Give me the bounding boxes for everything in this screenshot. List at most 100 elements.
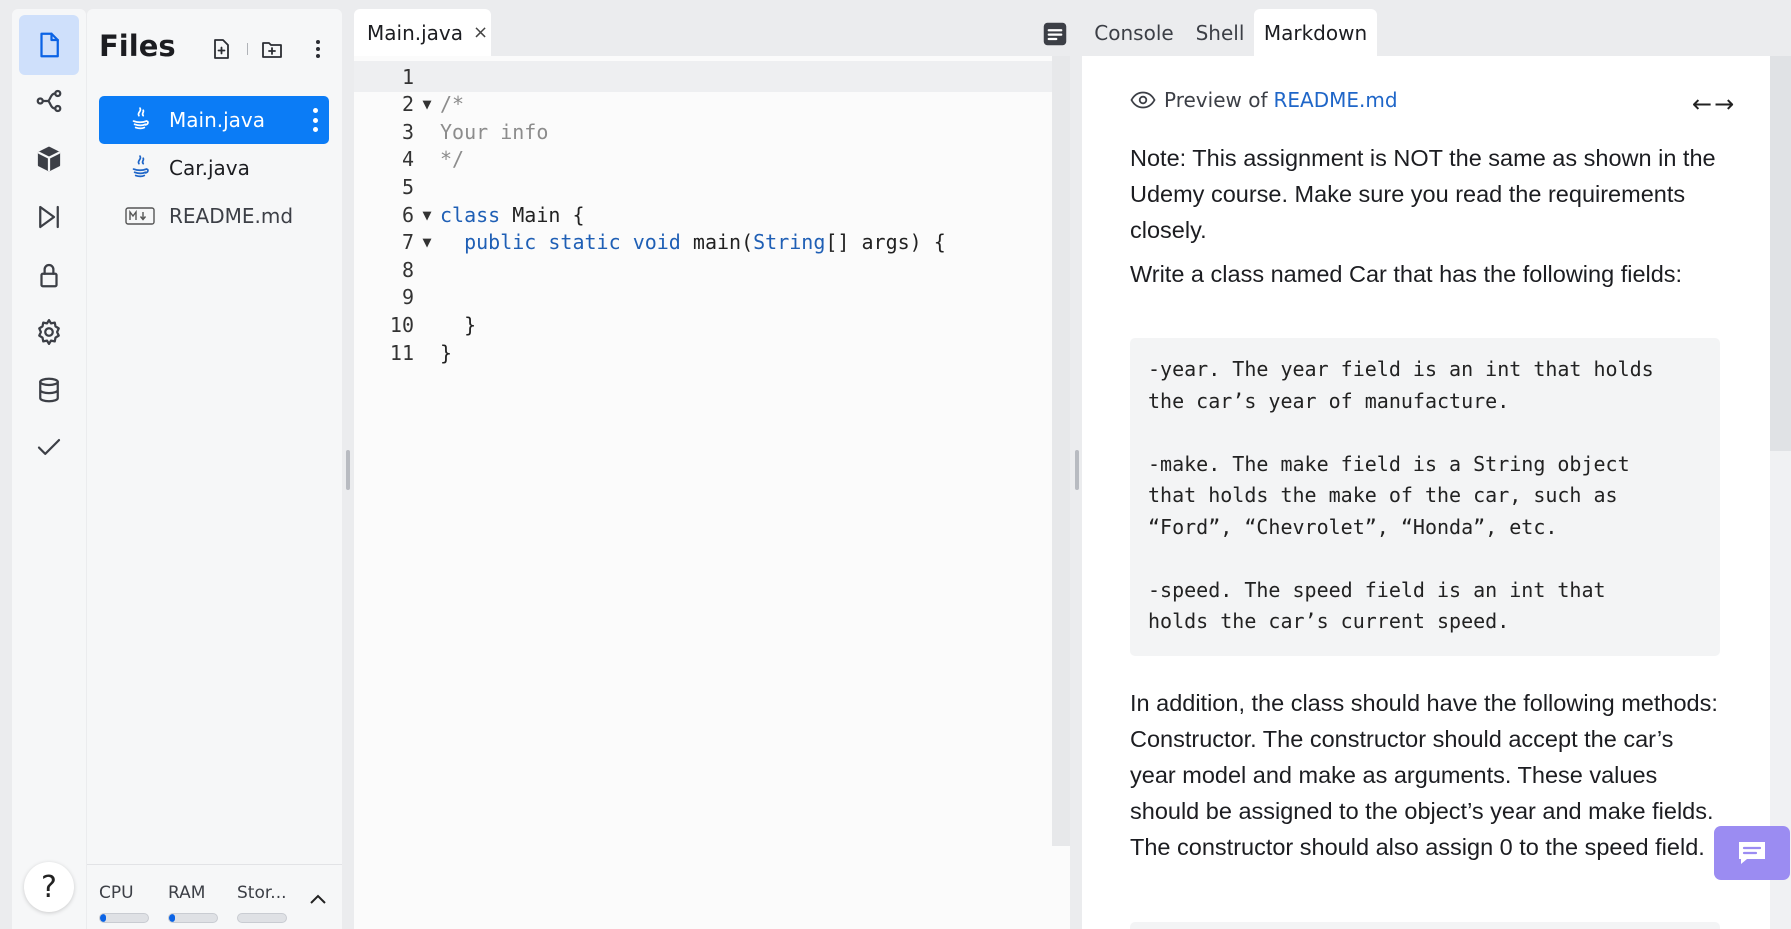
code-line[interactable]: 3 Your info <box>354 116 1052 147</box>
preview-scroll-thumb[interactable] <box>1770 56 1791 451</box>
code-text: */ <box>440 147 465 172</box>
editor-scrollbar[interactable] <box>1052 56 1070 846</box>
line-number: 3 <box>401 119 414 144</box>
files-tool-button[interactable] <box>19 15 79 75</box>
tab-main-java[interactable]: Main.java × <box>354 9 491 56</box>
file-name: Main.java <box>169 108 266 132</box>
new-file-button[interactable] <box>205 33 237 65</box>
line-number: 4 <box>401 147 414 172</box>
icon-sidebar: ? <box>12 9 86 929</box>
files-icon <box>40 32 59 58</box>
preview-file-link[interactable]: README.md <box>1274 88 1398 112</box>
line-number: 2 <box>401 92 414 117</box>
chevron-up-icon <box>310 894 326 904</box>
eye-icon <box>1130 91 1156 109</box>
git-tool-button[interactable] <box>19 71 79 131</box>
file-item-main-java[interactable]: Main.java <box>99 96 329 144</box>
tool-pane: Console Shell Markdown Preview of README… <box>1043 9 1791 929</box>
resource-usage-bar: CPU RAM Stor... <box>87 864 342 929</box>
readme-code-block <box>1130 922 1720 929</box>
code-line[interactable]: 2 ▼/* <box>354 89 1052 120</box>
fold-toggle-icon[interactable]: ▼ <box>414 95 440 113</box>
markdown-preview: Preview of README.md ←→ Note: This assig… <box>1082 56 1791 929</box>
help-button[interactable]: ? <box>24 862 74 912</box>
code-text: /* <box>440 92 465 117</box>
code-line[interactable]: 10 } <box>354 309 1052 340</box>
preview-prefix: Preview of <box>1164 88 1268 112</box>
line-number: 10 <box>389 312 414 337</box>
database-tool-button[interactable] <box>19 360 79 420</box>
more-vertical-icon <box>316 40 320 58</box>
code-line[interactable]: 6 ▼ class Main { <box>354 199 1052 230</box>
line-number: 5 <box>401 174 414 199</box>
code-line[interactable]: 9 <box>354 282 1052 313</box>
tab-shell[interactable]: Shell <box>1186 9 1254 56</box>
expand-resources-button[interactable] <box>304 885 332 913</box>
document-icon[interactable] <box>1040 19 1070 49</box>
tab-markdown[interactable]: Markdown <box>1254 9 1377 56</box>
readme-code-block: -year. The year field is an int that hol… <box>1130 338 1720 656</box>
code-line[interactable]: 5 <box>354 171 1052 202</box>
settings-tool-button[interactable] <box>19 302 79 362</box>
cpu-label: CPU <box>99 883 134 903</box>
cpu-meter <box>99 913 149 923</box>
panel-resize-handle[interactable] <box>1075 450 1079 490</box>
code-text: class Main { <box>440 202 585 227</box>
panel-title: Files <box>99 29 176 63</box>
code-editor[interactable]: 1 2 ▼/* 3 Your info 4 */5 6 ▼ class Main {7 ▼ publ… <box>354 56 1070 929</box>
code-line[interactable]: 11} <box>354 337 1052 368</box>
database-icon <box>39 377 59 403</box>
git-icon <box>36 89 62 113</box>
code-text: Your info <box>440 119 549 144</box>
close-tab-icon[interactable]: × <box>473 22 488 43</box>
code-line[interactable]: 1 <box>354 61 1052 92</box>
fold-toggle-icon[interactable]: ▼ <box>414 233 440 251</box>
fold-toggle-icon[interactable]: ▼ <box>414 206 440 224</box>
code-line[interactable]: 7 ▼ public static void main(String[] args… <box>354 227 1052 258</box>
packages-tool-button[interactable] <box>19 129 79 189</box>
ram-label: RAM <box>168 883 206 903</box>
line-number: 1 <box>401 64 414 89</box>
secrets-tool-button[interactable] <box>19 245 79 305</box>
navigation-arrows[interactable]: ←→ <box>1692 90 1736 118</box>
readme-paragraph: Write a class named Car that has the fol… <box>1130 261 1683 287</box>
checks-tool-button[interactable] <box>19 417 79 477</box>
code-text: } <box>440 340 453 365</box>
line-number: 6 <box>401 202 414 227</box>
readme-paragraph: In addition, the class should have the f… <box>1130 690 1718 860</box>
preview-header: Preview of README.md <box>1130 88 1398 112</box>
help-icon: ? <box>41 869 57 905</box>
debugger-icon <box>39 205 59 229</box>
ram-meter <box>168 913 218 923</box>
file-item-car-java[interactable]: Car.java <box>99 144 329 192</box>
code-text: } <box>440 312 477 337</box>
debugger-tool-button[interactable] <box>19 187 79 247</box>
readme-paragraph: Note: This assignment is NOT the same as… <box>1130 145 1716 243</box>
gear-icon <box>38 319 60 345</box>
code-text: public static void main(String[] args) { <box>464 230 946 255</box>
line-number: 7 <box>401 230 414 255</box>
markdown-icon <box>125 207 155 225</box>
line-number: 11 <box>389 340 414 365</box>
tab-label: Main.java <box>367 20 464 45</box>
code-line[interactable]: 4 */ <box>354 144 1052 175</box>
line-number: 8 <box>401 257 414 282</box>
storage-meter <box>237 913 287 923</box>
file-options-button[interactable] <box>313 108 319 132</box>
new-folder-icon <box>262 42 282 58</box>
file-item-readme-md[interactable]: README.md <box>99 192 329 240</box>
chat-button[interactable] <box>1714 826 1790 880</box>
files-menu-button[interactable] <box>302 33 334 65</box>
check-icon <box>37 439 61 455</box>
file-name: Car.java <box>169 156 250 180</box>
file-name: README.md <box>169 204 294 228</box>
tab-console[interactable]: Console <box>1082 9 1186 56</box>
lock-icon <box>40 263 58 288</box>
file-tree-panel: Files Main.java Car.java README.md CPU R… <box>87 9 342 929</box>
code-line[interactable]: 8 <box>354 254 1052 285</box>
new-file-icon <box>214 39 229 59</box>
new-folder-button[interactable] <box>256 33 288 65</box>
editor-pane: Main.java × 1 2 ▼/* 3 Your info 4 */5 6 ▼ class M… <box>354 9 1070 929</box>
panel-resize-handle[interactable] <box>346 450 350 490</box>
line-number: 9 <box>401 285 414 310</box>
